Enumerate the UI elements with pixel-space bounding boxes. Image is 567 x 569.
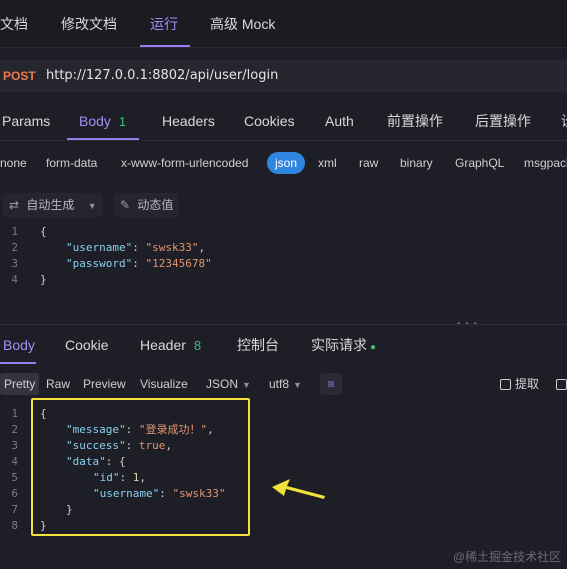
tab-params[interactable]: Params <box>2 102 50 140</box>
response-tab-header[interactable]: Header 8 <box>140 326 201 364</box>
auto-generate-label: 自动生成 <box>26 198 75 212</box>
transfer-icon: ⇄ <box>9 198 20 212</box>
line-number: 3 <box>11 257 18 270</box>
http-method[interactable]: POST <box>3 60 36 92</box>
request-url-bar[interactable]: POST http://127.0.0.1:8802/api/user/logi… <box>0 60 567 92</box>
extract-icon <box>500 379 511 391</box>
extract-button[interactable]: 提取 <box>500 373 539 395</box>
body-count-badge: 1 <box>118 114 127 129</box>
chevron-down-icon: ▼ <box>242 380 251 390</box>
json-value: "12345678" <box>145 257 212 270</box>
response-tab-cookie[interactable]: Cookie <box>65 326 109 364</box>
json-key: "username" <box>66 241 133 254</box>
format-preview[interactable]: Preview <box>83 373 126 395</box>
format-visualize[interactable]: Visualize <box>140 373 188 395</box>
auto-generate-button[interactable]: ⇄ 自动生成 ▼ <box>3 193 103 217</box>
line-number: 5 <box>11 471 18 484</box>
chevron-down-icon: ▼ <box>293 380 302 390</box>
active-tab-indicator <box>140 45 190 47</box>
format-raw[interactable]: Raw <box>46 373 70 395</box>
json-line: "password": "12345678" <box>66 257 212 270</box>
encoding-select-value: utf8 <box>269 377 290 391</box>
tab-edit-docs[interactable]: 修改文档 <box>61 0 117 48</box>
tab-headers[interactable]: Headers <box>162 102 215 140</box>
line-number: 2 <box>11 423 18 436</box>
json-value: "swsk33" <box>145 241 199 254</box>
url-input[interactable]: http://127.0.0.1:8802/api/user/login <box>46 60 278 92</box>
response-tab-actual-request-label: 实际请求 <box>311 337 367 353</box>
encoding-select[interactable]: utf8 ▼ <box>269 373 302 395</box>
tab-body[interactable]: Body 1 <box>79 102 126 140</box>
body-type-form-data[interactable]: form-data <box>46 152 97 174</box>
format-pretty[interactable]: Pretty <box>0 373 40 395</box>
line-number: 2 <box>11 241 18 254</box>
body-type-graphql[interactable]: GraphQL <box>455 152 504 174</box>
document-tab-bar: 文档 修改文档 运行 高级 Mock <box>0 0 567 48</box>
json-line: "username": "swsk33", <box>66 241 206 254</box>
response-tab-console[interactable]: 控制台 <box>237 326 279 364</box>
extract-label: 提取 <box>515 377 540 391</box>
line-number: 6 <box>11 487 18 500</box>
json-close-brace: } <box>40 273 47 286</box>
tab-body-label: Body <box>79 113 111 129</box>
arrow-left-icon <box>272 479 325 499</box>
body-type-msgpack[interactable]: msgpack <box>524 152 567 174</box>
body-type-json[interactable]: json <box>267 152 306 174</box>
request-body-editor[interactable]: 1 2 3 4 { "username": "swsk33", "passwor… <box>0 224 567 294</box>
body-type-xml[interactable]: xml <box>318 152 337 174</box>
tab-docs[interactable]: 文档 <box>0 0 28 48</box>
line-number: 4 <box>11 455 18 468</box>
tab-run[interactable]: 运行 <box>150 0 178 48</box>
divider <box>0 140 567 141</box>
tab-auth[interactable]: Auth <box>325 102 354 140</box>
tab-pre-processors[interactable]: 前置操作 <box>387 102 443 140</box>
line-number: 4 <box>11 273 18 286</box>
response-tab-indicator <box>0 362 36 364</box>
tab-cookies[interactable]: Cookies <box>244 102 295 140</box>
body-type-urlencoded[interactable]: x-www-form-urlencoded <box>121 152 248 174</box>
divider <box>0 324 567 325</box>
response-tab-header-label: Header <box>140 337 186 353</box>
dynamic-value-label: 动态值 <box>137 198 174 212</box>
status-dot-icon: ● <box>370 342 377 353</box>
body-type-binary[interactable]: binary <box>400 152 433 174</box>
watermark: @稀土掘金技术社区 <box>453 550 562 564</box>
format-select-value: JSON <box>206 377 239 391</box>
line-number: 1 <box>11 407 18 420</box>
tab-advanced-mock[interactable]: 高级 Mock <box>210 0 275 48</box>
line-number: 8 <box>11 519 18 532</box>
highlight-box <box>31 398 250 536</box>
line-number: 3 <box>11 439 18 452</box>
wrap-lines-icon[interactable]: ≡ <box>320 373 342 395</box>
tab-settings[interactable]: 设 <box>561 102 567 140</box>
body-type-none[interactable]: none <box>0 152 27 174</box>
line-number: 1 <box>11 225 18 238</box>
copy-icon[interactable] <box>556 373 567 395</box>
body-type-raw[interactable]: raw <box>359 152 378 174</box>
chevron-down-icon[interactable]: ▼ <box>88 201 97 211</box>
response-tab-body[interactable]: Body <box>3 326 35 364</box>
format-select[interactable]: JSON ▼ <box>206 373 251 395</box>
line-number: 7 <box>11 503 18 516</box>
response-tab-actual-request[interactable]: 实际请求 ● <box>311 326 376 364</box>
magic-wand-icon: ✎ <box>120 198 131 212</box>
json-open-brace: { <box>40 225 47 238</box>
json-key: "password" <box>66 257 133 270</box>
tab-post-processors[interactable]: 后置操作 <box>475 102 531 140</box>
dynamic-value-button[interactable]: ✎ 动态值 <box>114 193 180 217</box>
header-count-badge: 8 <box>193 338 202 353</box>
